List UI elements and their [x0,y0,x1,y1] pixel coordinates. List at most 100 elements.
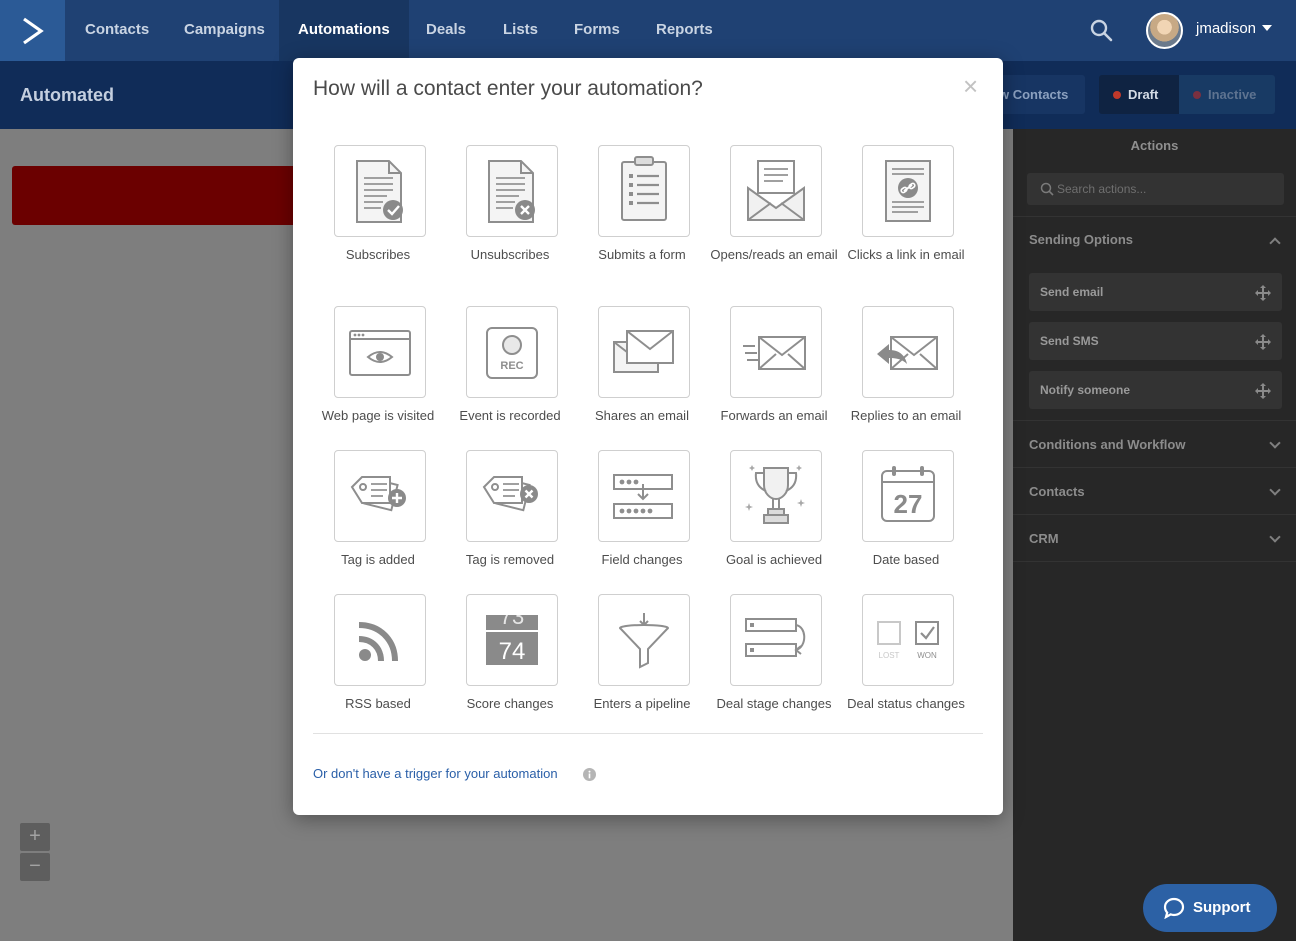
trigger-tile[interactable]: LOST WON [862,594,954,686]
trigger-submits-form[interactable]: Submits a form [577,145,707,295]
draft-label: Draft [1128,87,1159,102]
trigger-tile[interactable] [730,450,822,542]
trigger-tile[interactable]: 27 [862,450,954,542]
trigger-tile[interactable] [334,145,426,237]
trigger-enters-pipeline[interactable]: Enters a pipeline [577,594,707,744]
search-icon[interactable] [1088,17,1114,43]
action-label: Send email [1040,285,1104,299]
trigger-score-changes[interactable]: 73 74 Score changes [445,594,575,744]
chevron-right-logo-icon [22,17,44,44]
trigger-label: Deal status changes [847,696,965,711]
tag-remove-icon [482,476,538,512]
nav-campaigns[interactable]: Campaigns [165,0,284,61]
browser-eye-icon [349,330,411,376]
trigger-tile[interactable] [862,145,954,237]
trigger-tile[interactable] [598,145,690,237]
trigger-tile[interactable] [730,145,822,237]
zoom-out-button[interactable]: − [20,853,50,881]
trigger-rss-based[interactable]: RSS based [313,594,443,744]
trigger-clicks-link[interactable]: Clicks a link in email [841,145,971,295]
close-icon[interactable]: × [963,72,978,100]
automation-title[interactable]: Automated [20,85,114,106]
open-envelope-icon [747,160,805,221]
zoom-in-button[interactable]: + [20,823,50,851]
trigger-tile[interactable] [466,145,558,237]
move-drag-icon[interactable] [1254,382,1272,400]
reply-envelope-icon [877,336,938,370]
caret-down-icon[interactable] [1262,25,1272,31]
nav-reports[interactable]: Reports [637,0,732,61]
nav-contacts[interactable]: Contacts [66,0,168,61]
no-trigger-link[interactable]: Or don't have a trigger for your automat… [313,766,558,781]
trigger-label: Tag is added [341,552,415,567]
action-label: Send SMS [1040,334,1099,348]
deal-status-icon: LOST WON [877,621,939,660]
user-avatar[interactable] [1146,12,1183,49]
trigger-event-recorded[interactable]: REC Event is recorded [445,306,575,456]
nav-deals[interactable]: Deals [407,0,485,61]
draft-button[interactable]: Draft [1099,75,1179,114]
won-text: WON [917,651,937,660]
trigger-forwards-email[interactable]: Forwards an email [709,306,839,456]
score-counter-icon: 7374 [486,615,538,665]
tag-add-icon [350,476,406,512]
trigger-field-changes[interactable]: Field changes [577,450,707,600]
calendar-icon: 27 [881,466,935,522]
trigger-replies-email[interactable]: Replies to an email [841,306,971,456]
trigger-deal-stage-changes[interactable]: Deal stage changes [709,594,839,744]
trigger-label: Subscribes [345,247,411,262]
inactive-label: Inactive [1208,87,1257,102]
nav-forms[interactable]: Forms [555,0,639,61]
trigger-web-page-visited[interactable]: Web page is visited [313,306,443,456]
nav-lists[interactable]: Lists [484,0,557,61]
trigger-tile[interactable] [862,306,954,398]
trigger-tag-added[interactable]: Tag is added [313,450,443,600]
trigger-unsubscribes[interactable]: Unsubscribes [445,145,575,295]
trigger-tile[interactable] [598,450,690,542]
trigger-tile[interactable]: REC [466,306,558,398]
link-document-icon [885,160,931,222]
section-label: CRM [1029,531,1059,546]
modal-title: How will a contact enter your automation… [313,77,703,100]
trigger-date-based[interactable]: 27 Date based [841,450,971,600]
trigger-label: Date based [872,552,940,567]
trigger-label: Submits a form [598,247,686,262]
section-label: Conditions and Workflow [1029,437,1186,452]
trigger-subscribes[interactable]: Subscribes [313,145,443,295]
trigger-label: Forwards an email [720,408,828,423]
trigger-label: Field changes [601,552,683,567]
trigger-label: Shares an email [595,408,689,423]
move-drag-icon[interactable] [1254,284,1272,302]
trigger-label: Event is recorded [459,408,561,423]
inactive-button[interactable]: Inactive [1179,75,1275,114]
unsubscribe-document-icon [488,160,535,223]
search-actions-placeholder: Search actions... [1057,182,1147,196]
info-icon[interactable] [583,768,596,781]
trigger-deal-status-changes[interactable]: LOST WON Deal status changes [841,594,971,744]
trigger-goal-achieved[interactable]: Goal is achieved [709,450,839,600]
trigger-tile[interactable] [334,450,426,542]
trigger-label: Goal is achieved [725,552,823,567]
trigger-label: Clicks a link in email [847,247,965,262]
trigger-tile[interactable] [466,450,558,542]
trigger-tile[interactable] [730,306,822,398]
trigger-label: Deal stage changes [716,696,832,711]
move-drag-icon[interactable] [1254,333,1272,351]
trigger-tag-removed[interactable]: Tag is removed [445,450,575,600]
trigger-tile[interactable] [730,594,822,686]
activecampaign-logo[interactable] [0,0,65,61]
nav-automations[interactable]: Automations [279,0,409,61]
date-text: 27 [894,489,923,519]
trigger-shares-email[interactable]: Shares an email [577,306,707,456]
search-icon [1040,182,1054,196]
username[interactable]: jmadison [1196,20,1256,37]
trigger-placeholder-block[interactable] [12,166,302,225]
trigger-tile[interactable] [598,594,690,686]
trigger-label: Unsubscribes [470,247,550,262]
trigger-tile[interactable] [598,306,690,398]
trigger-opens-email[interactable]: Opens/reads an email [709,145,839,295]
deal-stage-icon [745,618,806,657]
trigger-tile[interactable]: 73 74 [466,594,558,686]
trigger-tile[interactable] [334,594,426,686]
trigger-tile[interactable] [334,306,426,398]
